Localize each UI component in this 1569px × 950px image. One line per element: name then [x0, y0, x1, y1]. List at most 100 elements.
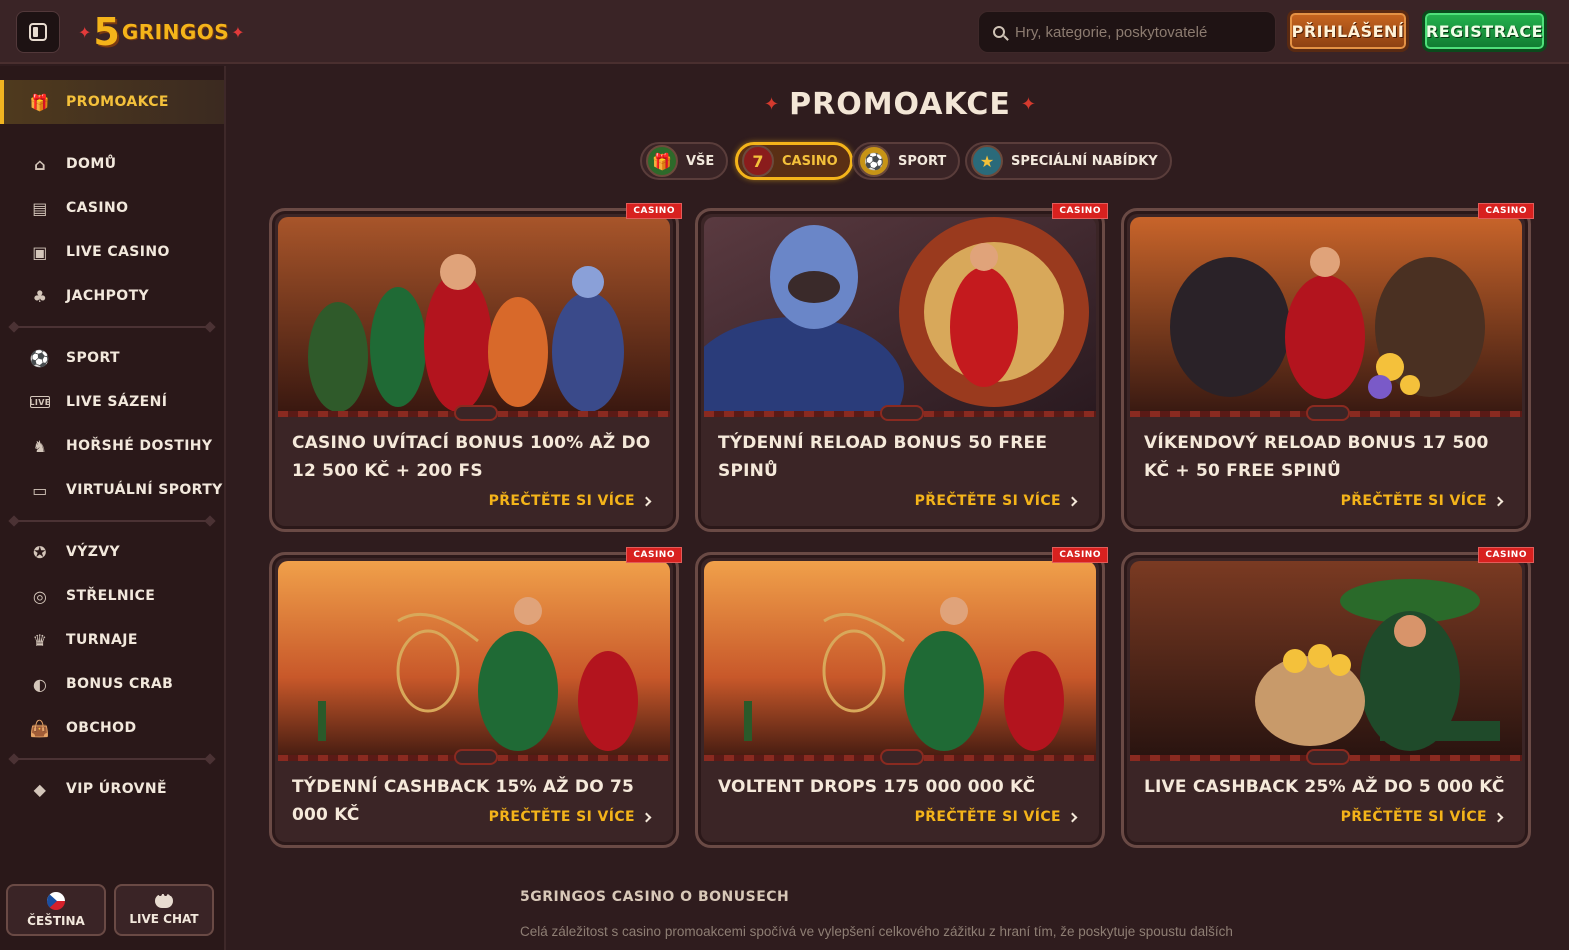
promo-image — [278, 217, 670, 411]
sidebar: 🎁 PROMOAKCE ⌂ DOMŮ ▤ CASINO ▣ LIVE CASIN… — [0, 66, 226, 950]
sidebar-item-label: HOŘSHÉ DOSTIHY — [66, 438, 213, 454]
sidebar-item-turnaje[interactable]: ♛ TURNAJE — [0, 620, 224, 660]
casino-tag: CASINO — [626, 547, 682, 563]
sidebar-item-label: BONUS CRAB — [66, 676, 174, 692]
promo-title: LIVE CASHBACK 25% AŽ DO 5 000 KČ — [1144, 777, 1505, 797]
gift-icon: 🎁 — [29, 92, 51, 112]
page-title-text: PROMOAKCE — [789, 86, 1011, 122]
star-tag-icon: ★ — [971, 145, 1003, 177]
top-header: ✦ 5 GRINGOS ✦ PŘIHLÁŠENÍ REGISTRACE — [0, 0, 1569, 64]
filter-label: SPORT — [898, 153, 947, 169]
login-button[interactable]: PŘIHLÁŠENÍ — [1287, 10, 1409, 52]
sidebar-item-sport[interactable]: ⚽ SPORT — [0, 338, 224, 378]
sidebar-item-label: VIRTUÁLNÍ SPORTY — [66, 482, 223, 498]
crab-icon: ◐ — [32, 674, 48, 694]
search-input[interactable] — [1015, 23, 1255, 41]
filter-casino[interactable]: 7 CASINO — [735, 142, 853, 180]
sidebar-item-dostihy[interactable]: ♞ HOŘSHÉ DOSTIHY — [0, 426, 224, 466]
promo-card[interactable]: CASINO TÝDENNÍ RELOAD BONUS 50 FREE SPIN… — [695, 203, 1108, 532]
live-chat-button[interactable]: LIVE CHAT — [114, 884, 214, 936]
sidebar-item-domu[interactable]: ⌂ DOMŮ — [0, 144, 224, 184]
sidebar-item-jachpoty[interactable]: ♣ JACHPOTY — [0, 276, 224, 316]
promo-card[interactable]: CASINO LIVE CASHBACK 25% AŽ DO 5 000 KČ … — [1121, 547, 1534, 848]
filter-specialni-nabidky[interactable]: ★ SPECIÁLNÍ NABÍDKY — [965, 142, 1172, 180]
promo-image — [704, 561, 1096, 755]
casino-tag: CASINO — [626, 203, 682, 219]
register-button[interactable]: REGISTRACE — [1422, 10, 1547, 52]
sidebar-item-live-sazeni[interactable]: LIVE LIVE SÁZENÍ — [0, 382, 224, 422]
read-more-link[interactable]: PŘEČTĚTE SI VÍCE — [1340, 493, 1504, 509]
title-ornament-icon: ✦ — [764, 93, 780, 115]
promo-title: VÍKENDOVÝ RELOAD BONUS 17 500 KČ + 50 FR… — [1144, 433, 1489, 481]
slot-reel-icon: 7 — [742, 145, 774, 177]
casino-tag: CASINO — [1478, 547, 1534, 563]
chevron-right-icon — [1067, 812, 1078, 822]
sidebar-item-virtualni-sporty[interactable]: ▭ VIRTUÁLNÍ SPORTY — [0, 470, 224, 510]
sidebar-item-label: STŘELNICE — [66, 588, 156, 604]
sidebar-item-promoakce[interactable]: 🎁 PROMOAKCE — [0, 80, 224, 124]
card-ribbon — [278, 405, 670, 421]
promo-card[interactable]: CASINO CASINO UVÍTACÍ BONUS 100% AŽ DO 1… — [269, 203, 682, 532]
read-more-link[interactable]: PŘEČTĚTE SI VÍCE — [488, 493, 652, 509]
filter-label: SPECIÁLNÍ NABÍDKY — [1011, 153, 1158, 169]
read-more-label: PŘEČTĚTE SI VÍCE — [1340, 493, 1487, 509]
clover-icon: ♣ — [32, 286, 48, 306]
promo-card[interactable]: CASINO VOLTENT DROPS 175 000 000 KČ PŘEČ… — [695, 547, 1108, 848]
sidebar-item-obchod[interactable]: 👜 OBCHOD — [0, 708, 224, 748]
filter-vse[interactable]: 🎁 VŠE — [640, 142, 729, 180]
chevron-right-icon — [641, 812, 652, 822]
seo-paragraph: Celá záležitost s casino promoakcemi spo… — [520, 924, 1233, 939]
casino-tag: CASINO — [1478, 203, 1534, 219]
language-label: ČEŠTINA — [27, 914, 85, 928]
gift-box-icon: 🎁 — [646, 145, 678, 177]
sidebar-item-label: DOMŮ — [66, 156, 117, 172]
sidebar-item-live-casino[interactable]: ▣ LIVE CASINO — [0, 232, 224, 272]
card-ribbon — [1130, 749, 1522, 765]
search-icon — [993, 26, 1005, 38]
chat-icon — [155, 890, 173, 908]
promo-card[interactable]: CASINO VÍKENDOVÝ RELOAD BONUS 17 500 KČ … — [1121, 203, 1534, 532]
sidebar-item-bonus-crab[interactable]: ◐ BONUS CRAB — [0, 664, 224, 704]
logo-star-icon: ✦ — [231, 22, 245, 42]
card-ribbon — [704, 405, 1096, 421]
diamond-icon: ◆ — [33, 779, 47, 799]
promo-image — [704, 217, 1096, 411]
home-icon: ⌂ — [34, 154, 46, 174]
chevron-right-icon — [641, 496, 652, 506]
read-more-link[interactable]: PŘEČTĚTE SI VÍCE — [915, 809, 1078, 825]
chevron-right-icon — [1493, 496, 1504, 506]
chevron-right-icon — [1493, 812, 1504, 822]
sidebar-item-label: JACHPOTY — [66, 288, 150, 304]
sidebar-item-casino[interactable]: ▤ CASINO — [0, 188, 224, 228]
casino-tag: CASINO — [1052, 203, 1108, 219]
sidebar-item-label: TURNAJE — [66, 632, 138, 648]
card-ribbon — [1130, 405, 1522, 421]
logo-word: GRINGOS — [121, 20, 230, 44]
language-button[interactable]: ČEŠTINA — [6, 884, 106, 936]
sidebar-item-label: VIP ÚROVNĚ — [66, 781, 167, 797]
sidebar-item-label: OBCHOD — [66, 720, 137, 736]
filter-label: VŠE — [686, 153, 715, 169]
live-casino-icon: ▣ — [32, 242, 48, 262]
soccer-ball-icon: ⚽ — [29, 348, 51, 368]
read-more-link[interactable]: PŘEČTĚTE SI VÍCE — [915, 493, 1078, 509]
read-more-link[interactable]: PŘEČTĚTE SI VÍCE — [1341, 809, 1504, 825]
sidebar-item-vyzvy[interactable]: ✪ VÝZVY — [0, 532, 224, 572]
promo-image — [1130, 217, 1522, 411]
promo-title: CASINO UVÍTACÍ BONUS 100% AŽ DO 12 500 K… — [292, 433, 651, 481]
read-more-link[interactable]: PŘEČTĚTE SI VÍCE — [489, 809, 652, 825]
filter-sport[interactable]: ⚽ SPORT — [852, 142, 961, 180]
sidebar-item-vip-urovne[interactable]: ◆ VIP ÚROVNĚ — [0, 769, 224, 809]
ball-icon: ⚽ — [858, 145, 890, 177]
slot-machine-icon: ▤ — [32, 198, 48, 218]
promo-title: TÝDENNÍ RELOAD BONUS 50 FREE SPINŮ — [718, 433, 1048, 481]
site-logo[interactable]: ✦ 5 GRINGOS ✦ — [78, 10, 245, 54]
sidebar-toggle-button[interactable] — [16, 11, 60, 53]
promo-card[interactable]: CASINO TÝDENNÍ CASHBACK 15% AŽ DO 75 000… — [269, 547, 682, 848]
sidebar-item-label: CASINO — [66, 200, 129, 216]
read-more-label: PŘEČTĚTE SI VÍCE — [488, 493, 635, 509]
sidebar-divider — [12, 758, 212, 760]
filter-label: CASINO — [782, 153, 838, 169]
search-box[interactable] — [978, 11, 1276, 53]
sidebar-item-strelnice[interactable]: ◎ STŘELNICE — [0, 576, 224, 616]
